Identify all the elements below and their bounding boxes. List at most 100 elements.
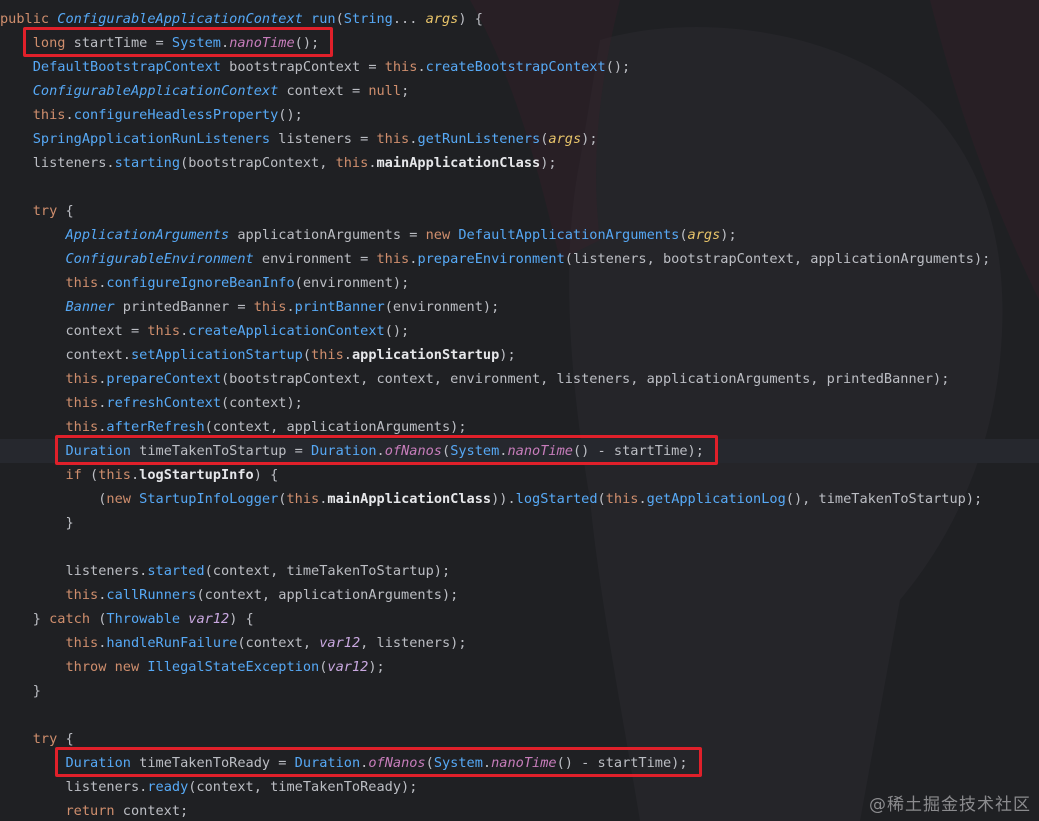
code-token: ); (720, 227, 737, 243)
code-token: Banner (65, 299, 115, 315)
code-token: ) { (253, 467, 279, 483)
code-token: (listeners, bootstrapContext, applicatio… (564, 251, 991, 267)
code-area[interactable]: public ConfigurableApplicationContext ru… (0, 7, 1039, 821)
code-line[interactable]: this.handleRunFailure(context, var12, li… (0, 631, 1039, 655)
code-token: (context); (221, 395, 303, 411)
code-token: ) { (458, 11, 483, 27)
code-token: (environment); (384, 299, 500, 315)
code-token: starting (114, 155, 181, 171)
code-token: context; (122, 803, 189, 819)
code-line[interactable]: } catch (Throwable var12) { (0, 607, 1039, 631)
code-token: logStarted (515, 491, 598, 507)
code-line[interactable]: try { (0, 199, 1039, 223)
code-token: createBootstrapContext (425, 59, 606, 75)
code-token: callRunners (106, 587, 197, 603)
code-token: this (335, 155, 369, 171)
code-line[interactable]: context.setApplicationStartup(this.appli… (0, 343, 1039, 367)
code-token: configureIgnoreBeanInfo (106, 275, 295, 291)
code-line[interactable]: ConfigurableApplicationContext context =… (0, 79, 1039, 103)
code-token: StartupInfoLogger (139, 491, 279, 507)
code-token: this (65, 635, 99, 651)
code-token: ApplicationArguments (65, 227, 230, 243)
code-token: ); (499, 347, 516, 363)
code-token: (); (384, 323, 410, 339)
code-token: (context, applicationArguments); (204, 419, 467, 435)
code-token: applicationStartup (351, 347, 500, 363)
code-token: var12 (327, 659, 369, 675)
code-token: mainApplicationClass (376, 155, 541, 171)
code-token: . (343, 347, 352, 363)
code-token: printedBanner = (114, 299, 254, 315)
code-token: getRunListeners (417, 131, 541, 147)
code-token: ); (540, 155, 557, 171)
code-line[interactable]: ApplicationArguments applicationArgument… (0, 223, 1039, 247)
code-token: Throwable (106, 611, 181, 627)
code-token: context = (0, 323, 148, 339)
code-token: listeners. (0, 563, 148, 579)
code-token: . (417, 59, 426, 75)
code-line[interactable] (0, 703, 1039, 727)
code-token: this (253, 299, 287, 315)
code-line[interactable]: (new StartupInfoLogger(this.mainApplicat… (0, 487, 1039, 511)
code-line[interactable]: } (0, 679, 1039, 703)
code-line[interactable] (0, 175, 1039, 199)
code-line[interactable]: SpringApplicationRunListeners listeners … (0, 127, 1039, 151)
code-line[interactable]: ConfigurableEnvironment environment = th… (0, 247, 1039, 271)
code-token: null (368, 83, 402, 99)
code-token: , listeners); (360, 635, 467, 651)
code-token: . (286, 299, 295, 315)
code-token: logStartupInfo (139, 467, 254, 483)
code-token: args (687, 227, 721, 243)
code-token: ... (392, 11, 426, 27)
code-token: run (311, 11, 336, 27)
code-token: new (425, 227, 459, 243)
code-editor[interactable]: public ConfigurableApplicationContext ru… (0, 0, 1039, 821)
code-line[interactable]: this.callRunners(context, applicationArg… (0, 583, 1039, 607)
code-token: (), timeTakenToStartup); (785, 491, 983, 507)
code-token: throw new (0, 659, 148, 675)
code-token: getApplicationLog (646, 491, 786, 507)
code-token: ; (401, 83, 410, 99)
code-token: ) { (229, 611, 254, 627)
code-token: ConfigurableApplicationContext (32, 83, 279, 99)
code-token: (environment); (294, 275, 410, 291)
code-line[interactable] (0, 535, 1039, 559)
code-token: IllegalStateException (147, 659, 320, 675)
code-line[interactable]: if (this.logStartupInfo) { (0, 463, 1039, 487)
code-token: configureHeadlessProperty (73, 107, 279, 123)
code-line[interactable]: context = this.createApplicationContext(… (0, 319, 1039, 343)
code-token: (bootstrapContext, (180, 155, 336, 171)
code-token: (context, timeTakenToStartup); (204, 563, 451, 579)
code-line[interactable]: DefaultBootstrapContext bootstrapContext… (0, 55, 1039, 79)
code-token: { (65, 203, 74, 219)
code-token: ( (0, 491, 107, 507)
code-token: DefaultBootstrapContext (32, 59, 221, 75)
code-token: listeners. (0, 779, 148, 795)
code-line[interactable]: } (0, 511, 1039, 535)
code-line[interactable]: throw new IllegalStateException(var12); (0, 655, 1039, 679)
code-line[interactable]: listeners.started(context, timeTakenToSt… (0, 559, 1039, 583)
code-token: ( (335, 11, 344, 27)
highlight-box (55, 747, 702, 777)
code-token: } (0, 515, 74, 531)
code-token: try (0, 203, 66, 219)
code-line[interactable]: this.configureHeadlessProperty(); (0, 103, 1039, 127)
code-line[interactable]: this.prepareContext(bootstrapContext, co… (0, 367, 1039, 391)
code-line[interactable]: this.configureIgnoreBeanInfo(environment… (0, 271, 1039, 295)
code-token: args (425, 11, 459, 27)
code-line[interactable]: listeners.starting(bootstrapContext, thi… (0, 151, 1039, 175)
code-token: ( (597, 491, 606, 507)
code-line[interactable]: Banner printedBanner = this.printBanner(… (0, 295, 1039, 319)
code-token: } (0, 683, 41, 699)
code-token: this (98, 467, 131, 483)
code-line[interactable]: this.refreshContext(context); (0, 391, 1039, 415)
code-token: this (65, 419, 99, 435)
